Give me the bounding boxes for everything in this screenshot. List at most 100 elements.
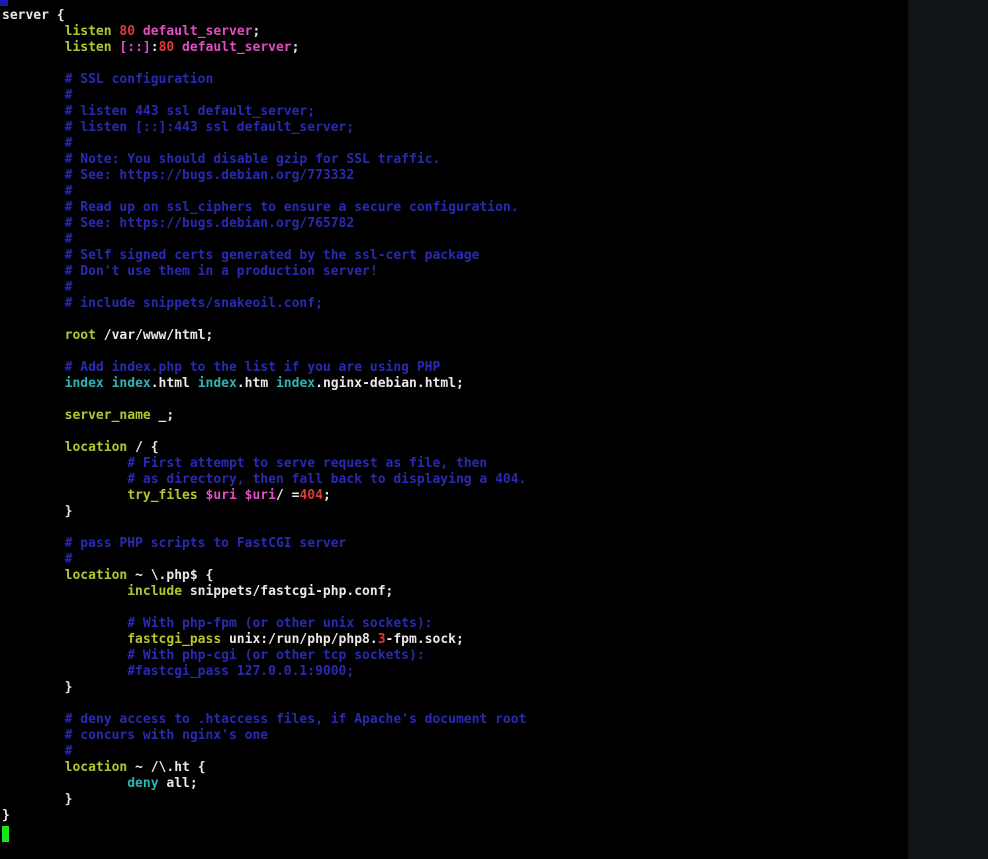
code-line[interactable] — [2, 56, 526, 72]
code-line[interactable] — [2, 344, 526, 360]
comment-token: # — [64, 184, 73, 199]
code-line[interactable]: try_files $uri $uri/ =404; — [2, 488, 526, 504]
number-token: 80 — [119, 24, 136, 39]
code-line[interactable]: deny all; — [2, 776, 526, 792]
code-line[interactable]: # — [2, 280, 526, 296]
code-line[interactable]: # — [2, 184, 526, 200]
code-text: / { — [127, 440, 159, 455]
code-line[interactable]: # — [2, 744, 526, 760]
code-line[interactable]: # Add index.php to the list if you are u… — [2, 360, 526, 376]
code-line[interactable] — [2, 312, 526, 328]
code-line[interactable]: # — [2, 232, 526, 248]
code-line[interactable] — [2, 600, 526, 616]
code-line[interactable]: fastcgi_pass unix:/run/php/php8.3-fpm.so… — [2, 632, 526, 648]
code-line[interactable]: # With php-cgi (or other tcp sockets): — [2, 648, 526, 664]
code-line[interactable]: } — [2, 680, 526, 696]
code-line[interactable]: # listen 443 ssl default_server; — [2, 104, 526, 120]
code-text: .nginx-debian.html; — [315, 376, 464, 391]
code-line[interactable]: # listen [::]:443 ssl default_server; — [2, 120, 526, 136]
side-pane — [908, 0, 988, 859]
keyword-token: root — [64, 328, 96, 343]
code-line[interactable]: location ~ \.php$ { — [2, 568, 526, 584]
comment-token: # See: https://bugs.debian.org/765782 — [64, 216, 355, 231]
keyword-token: fastcgi_pass — [127, 632, 222, 647]
code-line[interactable]: # See: https://bugs.debian.org/765782 — [2, 216, 526, 232]
code-line[interactable]: # SSL configuration — [2, 72, 526, 88]
comment-token: #fastcgi_pass 127.0.0.1:9000; — [127, 664, 355, 679]
code-line[interactable]: # First attempt to serve request as file… — [2, 456, 526, 472]
terminal-window[interactable]: server { listen 80 default_server; liste… — [0, 0, 908, 859]
code-line[interactable]: # Don't use them in a production server! — [2, 264, 526, 280]
code-line[interactable]: server { — [2, 8, 526, 24]
code-line[interactable]: } — [2, 792, 526, 808]
keyword-token: location — [64, 760, 128, 775]
keyword-token: location — [64, 568, 128, 583]
code-line[interactable]: # Read up on ssl_ciphers to ensure a sec… — [2, 200, 526, 216]
directive-token: index — [197, 376, 237, 391]
code-line[interactable] — [2, 696, 526, 712]
keyword-token: try_files — [127, 488, 198, 503]
comment-token: # Read up on ssl_ciphers to ensure a sec… — [64, 200, 519, 215]
code-line[interactable]: # pass PHP scripts to FastCGI server — [2, 536, 526, 552]
scroll-position-marker — [0, 0, 8, 6]
code-line[interactable] — [2, 424, 526, 440]
code-line[interactable]: listen 80 default_server; — [2, 24, 526, 40]
code-line[interactable]: # — [2, 136, 526, 152]
code-line[interactable] — [2, 392, 526, 408]
code-line[interactable]: # — [2, 88, 526, 104]
code-line[interactable]: # Self signed certs generated by the ssl… — [2, 248, 526, 264]
code-line[interactable]: # as directory, then fall back to displa… — [2, 472, 526, 488]
code-line[interactable]: # include snippets/snakeoil.conf; — [2, 296, 526, 312]
code-text: ~ \.php$ { — [127, 568, 214, 583]
code-line[interactable]: include snippets/fastcgi-php.conf; — [2, 584, 526, 600]
code-line[interactable]: location ~ /\.ht { — [2, 760, 526, 776]
comment-token: # as directory, then fall back to displa… — [127, 472, 527, 487]
code-line[interactable]: index index.html index.htm index.nginx-d… — [2, 376, 526, 392]
code-line[interactable]: #fastcgi_pass 127.0.0.1:9000; — [2, 664, 526, 680]
number-token: 3 — [377, 632, 386, 647]
comment-token: # — [64, 744, 73, 759]
comment-token: # SSL configuration — [64, 72, 214, 87]
code-buffer[interactable]: server { listen 80 default_server; liste… — [2, 8, 526, 824]
code-line[interactable]: # See: https://bugs.debian.org/773332 — [2, 168, 526, 184]
directive-token: index — [275, 376, 316, 391]
code-text: snippets/fastcgi-php.conf; — [182, 584, 394, 599]
code-text: } — [2, 504, 73, 519]
code-text: _; — [150, 408, 175, 423]
code-line[interactable]: # Note: You should disable gzip for SSL … — [2, 152, 526, 168]
code-line[interactable]: # concurs with nginx's one — [2, 728, 526, 744]
code-line[interactable]: # deny access to .htaccess files, if Apa… — [2, 712, 527, 728]
code-text: ~ /\.ht { — [127, 760, 206, 775]
code-line[interactable]: root /var/www/html; — [2, 328, 526, 344]
code-line[interactable]: } — [2, 808, 526, 824]
code-line[interactable]: server_name _; — [2, 408, 526, 424]
comment-token: # Don't use them in a production server! — [64, 264, 378, 279]
comment-token: # include snippets/snakeoil.conf; — [64, 296, 323, 311]
code-line[interactable]: listen [::]:80 default_server; — [2, 40, 526, 56]
code-line[interactable]: location / { — [2, 440, 526, 456]
code-text: } — [2, 808, 10, 823]
code-line[interactable]: } — [2, 504, 526, 520]
code-line[interactable]: # With php-fpm (or other unix sockets): — [2, 616, 526, 632]
comment-token: # — [64, 88, 73, 103]
code-line[interactable]: # — [2, 552, 526, 568]
comment-token: # — [64, 232, 73, 247]
code-line[interactable] — [2, 520, 526, 536]
